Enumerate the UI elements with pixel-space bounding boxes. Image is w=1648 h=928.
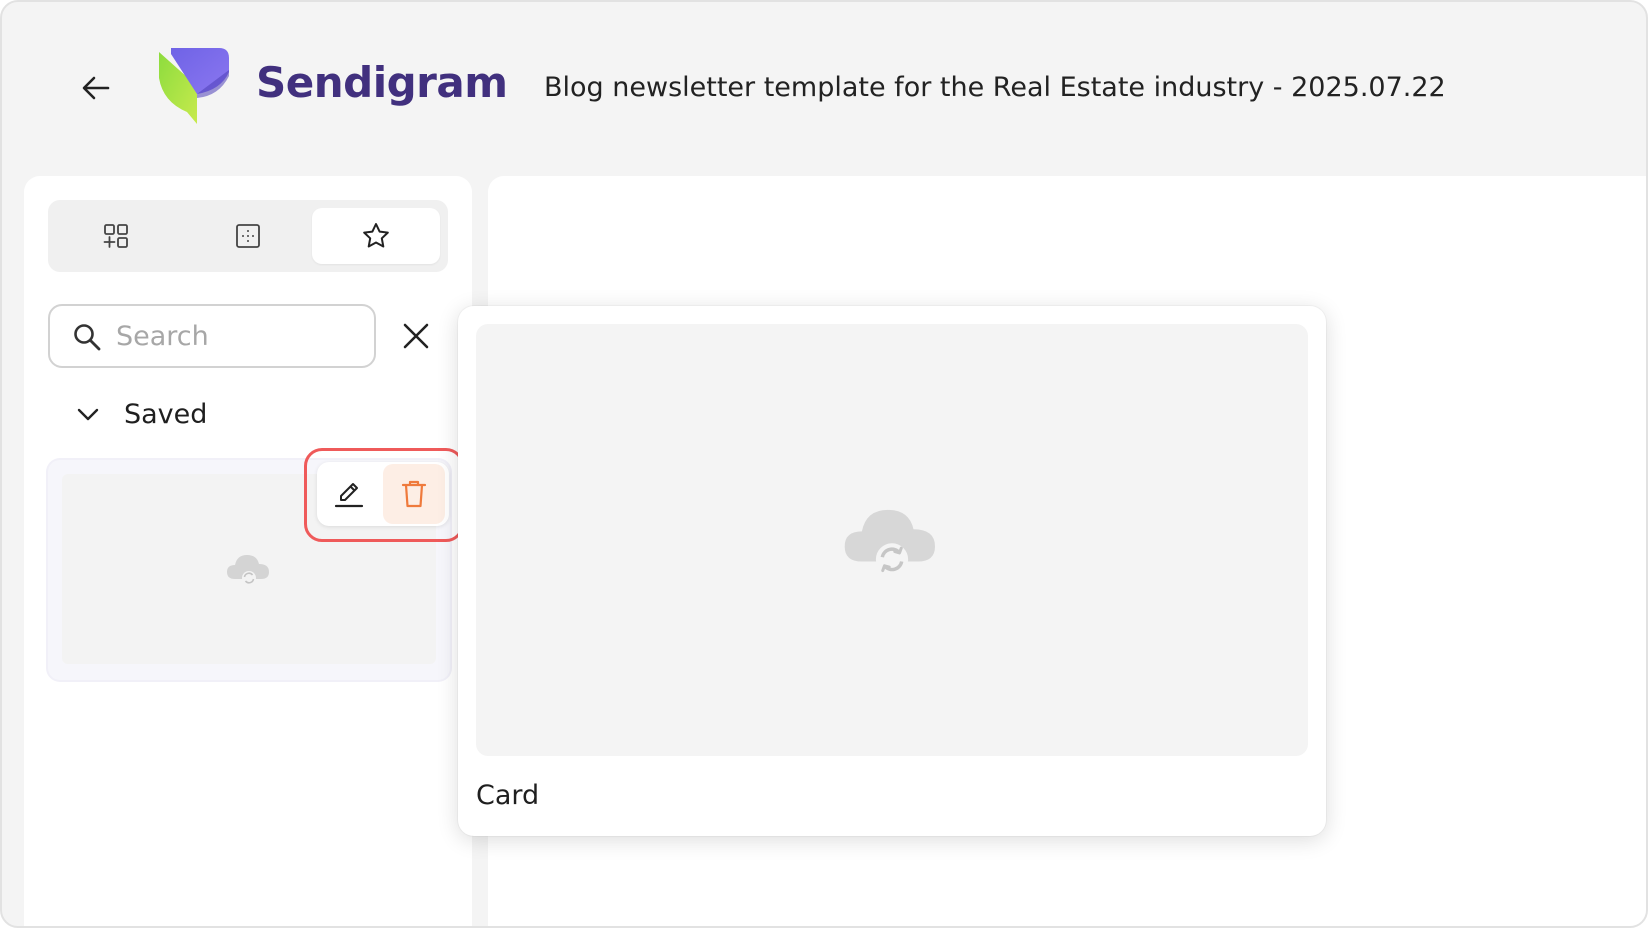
- blocks-grid-icon: [103, 224, 128, 248]
- search-field[interactable]: [48, 304, 376, 368]
- preview-label: Card: [476, 780, 540, 811]
- template-preview-popover: Card: [458, 306, 1326, 836]
- preview-thumbnail: [476, 324, 1308, 756]
- sidebar-panel: Saved: [24, 176, 472, 926]
- delete-button[interactable]: [383, 464, 445, 524]
- edit-pencil-icon: [334, 483, 364, 508]
- search-icon: [74, 324, 101, 351]
- cloud-sync-icon: [844, 509, 935, 576]
- edit-button[interactable]: [317, 462, 381, 526]
- app-window: Sendigram Blog newsletter template for t…: [0, 0, 1648, 928]
- arrow-left-icon: [82, 76, 110, 100]
- close-icon: [403, 323, 429, 349]
- saved-section-toggle[interactable]: Saved: [76, 394, 207, 434]
- saved-section-label: Saved: [124, 398, 208, 430]
- clear-search-button[interactable]: [396, 316, 436, 356]
- saved-item-actions: [317, 462, 449, 526]
- document-title: Blog newsletter template for the Real Es…: [544, 72, 1446, 103]
- search-input[interactable]: [116, 316, 366, 356]
- tab-layout[interactable]: [184, 208, 312, 264]
- layout-frame-icon: [236, 224, 260, 248]
- brand-name: Sendigram: [256, 58, 508, 107]
- tab-blocks[interactable]: [52, 208, 180, 264]
- sendigram-logo-icon: [159, 48, 229, 124]
- back-button[interactable]: [72, 64, 120, 112]
- trash-icon: [401, 480, 427, 508]
- chevron-down-icon: [77, 408, 99, 421]
- tab-saved[interactable]: [312, 208, 440, 264]
- cloud-sync-icon: [227, 555, 269, 585]
- sidebar-tabbar: [48, 200, 448, 272]
- star-icon: [363, 223, 389, 248]
